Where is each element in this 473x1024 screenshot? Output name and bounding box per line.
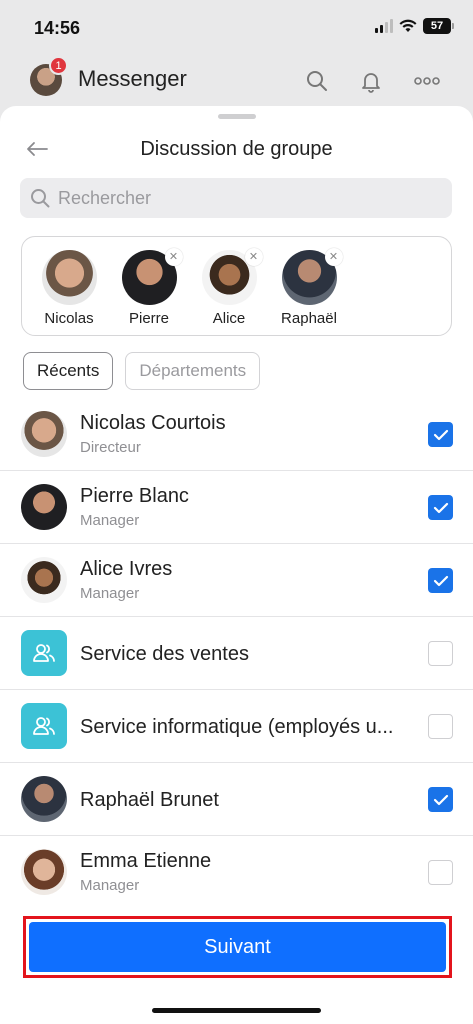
search-input[interactable]	[58, 187, 438, 209]
list-item[interactable]: Service informatique (employés u...	[0, 690, 473, 763]
checkmark-icon	[433, 429, 448, 440]
contact-name: Pierre Blanc	[80, 485, 189, 507]
contact-name: Alice Ivres	[80, 558, 173, 580]
contact-name: Emma Etienne	[80, 850, 212, 872]
app-header: 1 Messenger	[0, 56, 473, 106]
notification-badge: 1	[49, 56, 68, 75]
contact-role: Manager	[80, 585, 140, 602]
avatar	[21, 411, 67, 457]
department-icon	[21, 630, 67, 676]
app-title: Messenger	[78, 66, 187, 91]
tab-recents[interactable]: Récents	[23, 352, 114, 390]
arrow-left-icon	[27, 142, 48, 156]
selected-chip[interactable]: ✕ Raphaël	[273, 248, 345, 327]
status-icons: 57	[375, 18, 454, 34]
list-item[interactable]: Raphaël Brunet	[0, 763, 473, 836]
selected-chip[interactable]: ✕ Alice	[193, 248, 265, 327]
selected-participants: Nicolas ✕ Pierre ✕ Alice ✕ Raphaël	[21, 236, 452, 336]
group-chat-sheet: Discussion de groupe Nicolas ✕ Pierre ✕ …	[0, 106, 473, 1024]
chip-label: Raphaël	[281, 310, 337, 327]
selected-chip[interactable]: Nicolas	[33, 250, 105, 327]
sheet-title: Discussion de groupe	[140, 138, 333, 160]
contact-role: Manager	[80, 512, 140, 529]
battery-icon: 57	[423, 18, 454, 34]
checkbox-unchecked[interactable]	[428, 860, 453, 885]
avatar	[21, 557, 67, 603]
list-item[interactable]: Service des ventes	[0, 617, 473, 690]
remove-icon[interactable]: ✕	[164, 248, 183, 266]
home-indicator	[152, 1008, 321, 1013]
status-time: 14:56	[34, 18, 81, 38]
list-item[interactable]: Pierre Blanc Manager	[0, 471, 473, 544]
more-icon[interactable]	[414, 68, 440, 94]
checkbox-unchecked[interactable]	[428, 641, 453, 666]
contact-list: Nicolas Courtois Directeur Pierre Blanc …	[0, 398, 473, 909]
avatar: ✕	[281, 248, 343, 305]
chip-label: Nicolas	[44, 310, 94, 327]
users-icon	[33, 644, 55, 662]
remove-icon[interactable]: ✕	[244, 248, 263, 266]
next-button-highlight: Suivant	[23, 916, 452, 978]
checkmark-icon	[433, 502, 448, 513]
avatar	[21, 849, 67, 895]
contact-role: Directeur	[80, 439, 141, 456]
checkbox-checked[interactable]	[428, 787, 453, 812]
selected-chip[interactable]: ✕ Pierre	[113, 248, 185, 327]
checkbox-checked[interactable]	[428, 568, 453, 593]
sheet-header: Discussion de groupe	[0, 130, 473, 170]
avatar	[21, 776, 67, 822]
avatar: ✕	[201, 248, 263, 305]
department-name: Service des ventes	[80, 643, 249, 665]
search-icon	[31, 189, 50, 208]
wifi-icon	[399, 19, 417, 32]
next-button[interactable]: Suivant	[29, 922, 446, 972]
checkbox-unchecked[interactable]	[428, 714, 453, 739]
list-item[interactable]: Nicolas Courtois Directeur	[0, 398, 473, 471]
back-button[interactable]	[24, 136, 50, 162]
contact-name: Nicolas Courtois	[80, 412, 226, 434]
checkbox-checked[interactable]	[428, 495, 453, 520]
contact-role: Manager	[80, 877, 140, 894]
contact-name: Raphaël Brunet	[80, 789, 219, 811]
chip-label: Pierre	[128, 310, 169, 327]
remove-icon[interactable]: ✕	[324, 248, 343, 266]
checkmark-icon	[433, 575, 448, 586]
sheet-grabber[interactable]	[218, 114, 256, 119]
checkmark-icon	[433, 794, 448, 805]
avatar: ✕	[121, 248, 183, 305]
users-icon	[33, 717, 55, 735]
avatar	[21, 484, 67, 530]
filter-tabs: Récents Départements	[23, 352, 261, 390]
status-bar: 14:56 57	[0, 0, 473, 56]
department-icon	[21, 703, 67, 749]
search-icon[interactable]	[304, 68, 330, 94]
checkbox-checked[interactable]	[428, 422, 453, 447]
avatar	[41, 250, 97, 305]
search-field[interactable]	[20, 178, 452, 218]
tab-departements[interactable]: Départements	[125, 352, 261, 390]
list-item[interactable]: Emma Etienne Manager	[0, 836, 473, 909]
department-name: Service informatique (employés u...	[80, 716, 394, 738]
signal-icon	[375, 19, 393, 33]
chip-label: Alice	[212, 310, 246, 327]
bell-icon[interactable]	[358, 68, 384, 94]
list-item[interactable]: Alice Ivres Manager	[0, 544, 473, 617]
